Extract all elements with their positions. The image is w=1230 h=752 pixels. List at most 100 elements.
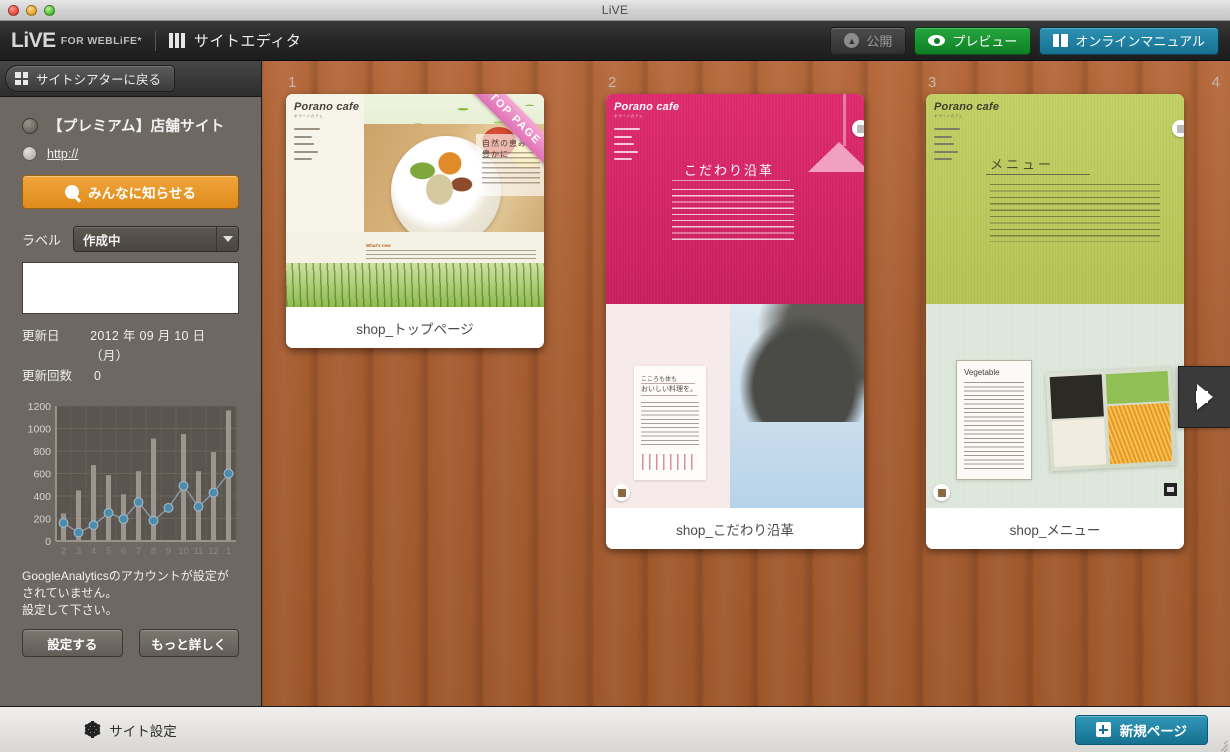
svg-text:12: 12	[208, 546, 219, 557]
google-analytics-note: GoogleAnalyticsのアカウントが設定が されていません。 設定して下…	[22, 569, 229, 617]
memo-textarea[interactable]	[22, 262, 239, 314]
notify-label: みんなに知らせる	[88, 186, 196, 201]
window-traffic-lights	[8, 5, 55, 16]
app-window: LiVE LiVE FOR WEBLiFE* サイトエディタ ▲ 公開 プレビュ…	[0, 0, 1230, 752]
minimize-window-icon[interactable]	[26, 5, 37, 16]
book-icon	[1053, 34, 1069, 47]
maximize-window-icon[interactable]	[44, 5, 55, 16]
thumbnail-site-header: Porano cafe ポラーノカフェ	[606, 94, 864, 166]
svg-text:7: 7	[136, 546, 141, 557]
eye-icon	[928, 35, 946, 46]
page-canvas: 1 自然の恵み、 豊かに	[262, 61, 1230, 752]
svg-text:11: 11	[194, 546, 204, 557]
ga-more-button[interactable]: もっと詳しく	[138, 629, 239, 657]
label-caption: ラベル	[22, 232, 62, 248]
brand-divider	[154, 30, 156, 51]
label-select[interactable]: 作成中	[73, 226, 239, 252]
site-logo-sub: ポラーノカフェ	[934, 114, 964, 118]
page-caption: shop_トップページ	[286, 307, 544, 348]
back-button-label: サイトシアターに戻る	[36, 73, 162, 87]
brand-for-text: FOR WEBLiFE*	[60, 34, 142, 47]
page-anchor-icon[interactable]	[613, 484, 630, 501]
preview-button[interactable]: プレビュー	[914, 26, 1032, 55]
page-caption: shop_こだわり沿革	[606, 508, 864, 549]
svg-text:6: 6	[121, 546, 126, 557]
svg-text:3: 3	[76, 546, 81, 557]
back-to-site-theater-button[interactable]: サイトシアターに戻る	[5, 65, 176, 92]
plus-icon	[1095, 722, 1111, 737]
update-count-value: 0	[94, 369, 102, 383]
card-line-1: こころも体も	[641, 377, 678, 383]
notify-everyone-button[interactable]: みんなに知らせる	[22, 175, 239, 209]
window-titlebar: LiVE	[0, 0, 1230, 21]
next-page-arrow-button[interactable]	[1178, 366, 1230, 428]
google-analytics-actions: 設定する もっと詳しく	[22, 629, 239, 657]
svg-text:1000: 1000	[28, 424, 52, 436]
editor-title: サイトエディタ	[193, 33, 302, 50]
window-title: LiVE	[601, 3, 629, 17]
search-icon	[65, 185, 80, 199]
news-label: What's new	[366, 243, 391, 248]
close-window-icon[interactable]	[8, 5, 19, 16]
arrow-right-icon	[1195, 384, 1213, 410]
site-name: 【プレミアム】店舗サイト	[48, 119, 225, 135]
analytics-chart-svg: 0 200 400 600 800 1000 1200 2 3 4 5 6 7 8 9 10 11 12 1	[28, 401, 237, 557]
grid-icon	[15, 72, 28, 85]
gear-icon	[84, 721, 101, 738]
online-manual-button[interactable]: オンラインマニュアル	[1039, 26, 1219, 55]
svg-text:600: 600	[33, 469, 51, 481]
page-card-3[interactable]: メニュー Vegetable Porano cafe ポラーノカフェ shop_…	[926, 94, 1184, 549]
publish-button[interactable]: ▲ 公開	[830, 26, 907, 55]
page-slot-1: 1 自然の恵み、 豊かに	[286, 74, 544, 549]
new-page-button[interactable]: 新規ページ	[1074, 714, 1208, 745]
page-slot-2: 2 こだわり沿革 こころも体も おいしい料理を。 Porano cafe ポラー…	[606, 74, 864, 549]
sidebar-back-bar: サイトシアターに戻る	[0, 61, 261, 97]
card-line-2: おいしい料理を。	[641, 386, 697, 393]
publish-icon: ▲	[844, 33, 860, 48]
updated-date-row: 更新日 2012 年 09 月 10 日 （月）	[22, 326, 239, 366]
thumbnail-nav	[934, 128, 1184, 160]
svg-text:8: 8	[151, 546, 156, 557]
site-logo-text: Porano cafe	[934, 101, 1000, 113]
site-settings-label: サイト設定	[109, 723, 177, 739]
updated-date-label: 更新日	[22, 329, 60, 343]
svg-text:0: 0	[45, 536, 51, 548]
toolbar-actions: ▲ 公開 プレビュー オンラインマニュアル	[830, 26, 1219, 55]
site-url-row: http://	[22, 146, 239, 161]
svg-text:10: 10	[178, 546, 189, 557]
sidebar: サイトシアターに戻る 【プレミアム】店舗サイト http:// みんなに知らせる…	[0, 61, 262, 752]
analytics-chart: 0 200 400 600 800 1000 1200 2 3 4 5 6 7 8 9 10 11 12 1	[22, 398, 239, 563]
update-count-label: 更新回数	[22, 369, 73, 383]
preview-label: プレビュー	[952, 34, 1018, 49]
page-corner-icon[interactable]	[1164, 483, 1177, 496]
page-side-handle[interactable]	[852, 120, 864, 137]
page-thumbnail: 自然の恵み、 豊かに What's new Porano cafe ポラーノカフ…	[286, 94, 544, 307]
svg-text:200: 200	[33, 514, 51, 526]
page-card-1[interactable]: 自然の恵み、 豊かに What's new Porano cafe ポラーノカフ…	[286, 94, 544, 348]
url-globe-icon	[22, 146, 37, 161]
page-side-handle[interactable]	[1172, 120, 1184, 137]
resize-grip[interactable]	[1214, 736, 1228, 752]
svg-text:1200: 1200	[28, 401, 52, 413]
new-page-label: 新規ページ	[1119, 723, 1187, 739]
site-url-link[interactable]: http://	[47, 147, 78, 161]
bottom-bar: 新規ページ	[262, 706, 1230, 752]
site-name-row: 【プレミアム】店舗サイト	[22, 115, 239, 136]
next-page-slot-number: 4	[1211, 74, 1220, 91]
site-logo-text: Porano cafe	[614, 101, 680, 113]
ga-setup-button[interactable]: 設定する	[22, 629, 123, 657]
ga-setup-label: 設定する	[47, 637, 98, 652]
sidebar-body: 【プレミアム】店舗サイト http:// みんなに知らせる ラベル 作成中 更新…	[0, 115, 261, 657]
page-anchor-icon[interactable]	[933, 484, 950, 501]
label-row: ラベル 作成中	[22, 226, 239, 252]
svg-text:400: 400	[33, 491, 51, 503]
site-settings-button[interactable]: サイト設定	[0, 706, 262, 752]
svg-text:800: 800	[33, 446, 51, 458]
thumbnail-nav	[294, 128, 544, 160]
page-card-2[interactable]: こだわり沿革 こころも体も おいしい料理を。 Porano cafe ポラーノカ…	[606, 94, 864, 549]
page-list: 1 自然の恵み、 豊かに	[286, 74, 1184, 549]
chevron-down-icon	[216, 227, 238, 251]
page-thumbnail: メニュー Vegetable Porano cafe ポラーノカフェ	[926, 94, 1184, 508]
page-number: 1	[288, 74, 297, 91]
svg-text:1: 1	[226, 546, 231, 557]
